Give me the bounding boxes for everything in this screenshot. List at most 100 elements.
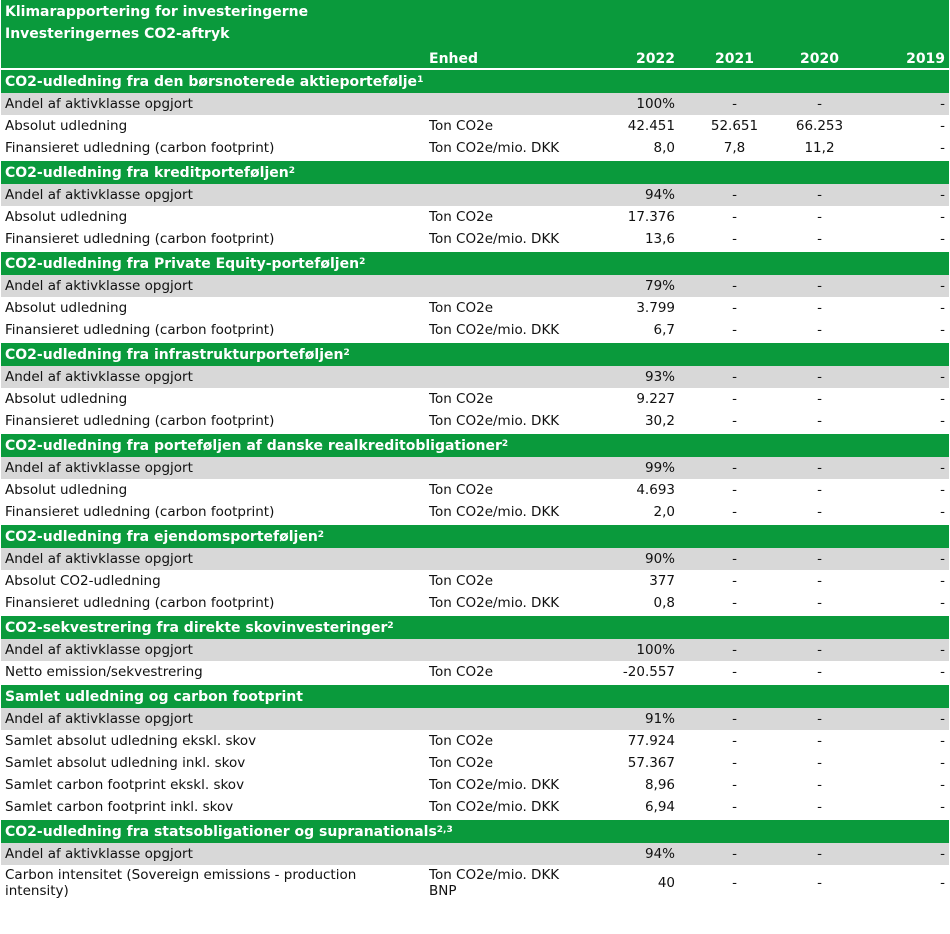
section-title: CO2-udledning fra kreditporteføljen xyxy=(5,164,289,181)
row-label: Samlet absolut udledning inkl. skov xyxy=(1,752,425,774)
row-unit xyxy=(425,639,585,661)
value-2019: - xyxy=(865,752,950,774)
value-2019: - xyxy=(865,93,950,115)
row-label: Andel af aktivklasse opgjort xyxy=(1,184,425,206)
value-2019: - xyxy=(865,206,950,228)
row-unit: Ton CO2e/mio. DKK xyxy=(425,410,585,433)
row-unit xyxy=(425,457,585,479)
row-label: Samlet carbon footprint ekskl. skov xyxy=(1,774,425,796)
value-2021: - xyxy=(685,206,770,228)
row-unit: Ton CO2e/mio. DKK xyxy=(425,592,585,615)
value-2022: 4.693 xyxy=(585,479,685,501)
table-row: Andel af aktivklasse opgjort 94% - - - xyxy=(1,184,950,206)
table-row: Andel af aktivklasse opgjort 100% - - - xyxy=(1,639,950,661)
value-2020: - xyxy=(770,661,865,684)
row-unit: Ton CO2e xyxy=(425,570,585,592)
row-unit: Ton CO2e xyxy=(425,115,585,137)
footnote-marker: 2 xyxy=(359,256,366,267)
value-2019: - xyxy=(865,592,950,615)
value-2019: - xyxy=(865,137,950,160)
row-unit xyxy=(425,184,585,206)
table-row: Samlet carbon footprint inkl. skov Ton CO… xyxy=(1,796,950,819)
row-label: Finansieret udledning (carbon footprint) xyxy=(1,410,425,433)
section-header: CO2-udledning fra kreditporteføljen2 xyxy=(1,159,950,184)
row-label: Andel af aktivklasse opgjort xyxy=(1,843,425,865)
section-title: CO2-udledning fra infrastrukturportefølj… xyxy=(5,346,344,363)
row-label: Absolut udledning xyxy=(1,297,425,319)
table-body: CO2-udledning fra den børsnoterede aktie… xyxy=(1,68,950,901)
row-unit xyxy=(425,843,585,865)
value-2021: - xyxy=(685,366,770,388)
row-label: Samlet carbon footprint inkl. skov xyxy=(1,796,425,819)
value-2020: - xyxy=(770,592,865,615)
value-2021: - xyxy=(685,796,770,819)
section-title-cell: CO2-udledning fra ejendomsporteføljen2 xyxy=(1,523,950,548)
value-2020: - xyxy=(770,93,865,115)
table-row: Absolut udledning Ton CO2e 4.693- - - xyxy=(1,479,950,501)
section-title: CO2-udledning fra ejendomsporteføljen xyxy=(5,528,318,545)
table-row: Finansieret udledning (carbon footprint)… xyxy=(1,592,950,615)
value-2021: - xyxy=(685,457,770,479)
row-unit xyxy=(425,548,585,570)
value-2020: - xyxy=(770,319,865,342)
value-2019: - xyxy=(865,708,950,730)
row-label: Finansieret udledning (carbon footprint) xyxy=(1,501,425,524)
value-2019: - xyxy=(865,115,950,137)
value-2020: 66.253 xyxy=(770,115,865,137)
row-unit: Ton CO2e/mio. DKK xyxy=(425,501,585,524)
row-unit: Ton CO2e xyxy=(425,661,585,684)
value-2021: - xyxy=(685,297,770,319)
value-2022: -20.557 xyxy=(585,661,685,684)
value-2021: - xyxy=(685,319,770,342)
section-header: CO2-udledning fra porteføljen af danske … xyxy=(1,432,950,457)
value-2022: 6,94 xyxy=(585,796,685,819)
value-2022: 6,7 xyxy=(585,319,685,342)
row-label: Absolut udledning xyxy=(1,479,425,501)
table-row: Andel af aktivklasse opgjort 91% - - - xyxy=(1,708,950,730)
footnote-marker: 2,3 xyxy=(436,824,453,835)
table-row: Absolut udledning Ton CO2e 42.451 52.651 66.… xyxy=(1,115,950,137)
value-2022: 13,6 xyxy=(585,228,685,251)
value-2022: 100% xyxy=(585,93,685,115)
value-2020: - xyxy=(770,548,865,570)
table-row: Absolut udledning Ton CO2e 17.376- - - xyxy=(1,206,950,228)
value-2022: 99% xyxy=(585,457,685,479)
value-2019: - xyxy=(865,366,950,388)
row-unit: Ton CO2e/mio. DKK BNP xyxy=(425,865,585,901)
section-header: Samlet udledning og carbon footprint xyxy=(1,683,950,708)
value-2022: 40 xyxy=(585,865,685,901)
row-unit: Ton CO2e xyxy=(425,730,585,752)
value-2021: - xyxy=(685,592,770,615)
value-2020: - xyxy=(770,752,865,774)
value-2019: - xyxy=(865,865,950,901)
section-title: CO2-udledning fra Private Equity-portefø… xyxy=(5,255,360,272)
row-label: Andel af aktivklasse opgjort xyxy=(1,708,425,730)
value-2020: - xyxy=(770,479,865,501)
value-2019: - xyxy=(865,548,950,570)
section-header: CO2-udledning fra Private Equity-portefø… xyxy=(1,250,950,275)
value-2020: - xyxy=(770,388,865,410)
value-2020: - xyxy=(770,774,865,796)
row-label: Finansieret udledning (carbon footprint) xyxy=(1,319,425,342)
row-label: Andel af aktivklasse opgjort xyxy=(1,366,425,388)
value-2020: - xyxy=(770,457,865,479)
table-header: Klimarapportering for investeringerne In… xyxy=(1,0,950,69)
value-2020: 11,2 xyxy=(770,137,865,160)
value-2020: - xyxy=(770,639,865,661)
value-2019: - xyxy=(865,843,950,865)
footnote-marker: 2 xyxy=(343,347,350,358)
table-row: Finansieret udledning (carbon footprint)… xyxy=(1,501,950,524)
row-unit: Ton CO2e xyxy=(425,752,585,774)
table-row: Andel af aktivklasse opgjort 99% - - - xyxy=(1,457,950,479)
value-2020: - xyxy=(770,275,865,297)
value-2020: - xyxy=(770,501,865,524)
column-header-2019: 2019 xyxy=(865,47,950,69)
row-unit: Ton CO2e xyxy=(425,479,585,501)
value-2021: - xyxy=(685,479,770,501)
table-title: Klimarapportering for investeringerne xyxy=(1,0,950,26)
value-2022: 17.376 xyxy=(585,206,685,228)
value-2022: 0,8 xyxy=(585,592,685,615)
value-2022: 77.924 xyxy=(585,730,685,752)
value-2019: - xyxy=(865,228,950,251)
table-row: Carbon intensitet (Sovereign emissions -… xyxy=(1,865,950,901)
